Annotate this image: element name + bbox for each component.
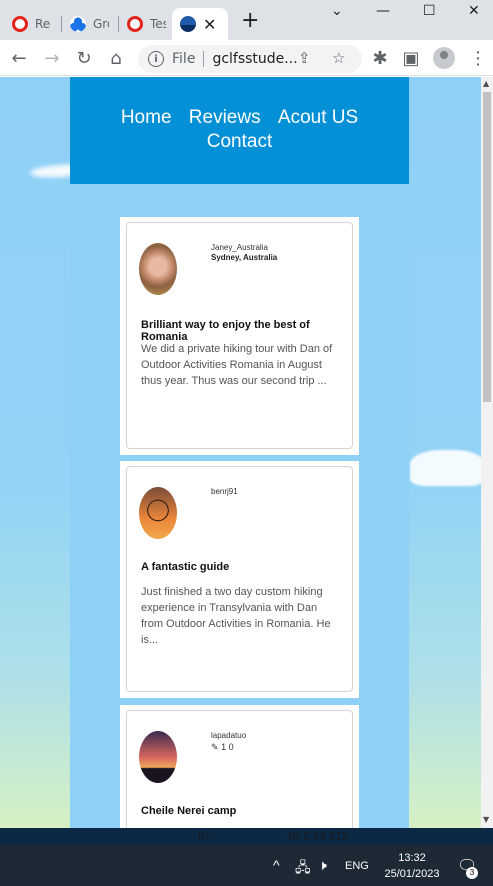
reviewer-name: benrj91 xyxy=(211,487,238,496)
nav-about[interactable]: Acout US xyxy=(278,106,358,130)
scroll-thumb[interactable] xyxy=(483,92,491,402)
red-ring-icon xyxy=(127,16,143,32)
info-icon[interactable]: i xyxy=(148,51,164,67)
reviewer-name: Janey_Australia xyxy=(211,243,268,252)
review-card: benrj91 A fantastic guide Just finished … xyxy=(120,461,359,698)
side-panel-icon[interactable]: ▣ xyxy=(399,46,423,70)
scroll-down-arrow[interactable]: ▼ xyxy=(483,815,489,824)
reviewer-avatar xyxy=(139,731,177,783)
reviewer-avatar xyxy=(139,243,177,295)
home-button[interactable]: ⌂ xyxy=(104,46,128,70)
nav-contact[interactable]: Contact xyxy=(207,130,272,154)
ip-label: IP: xyxy=(198,829,213,843)
reviewer-location: Sydney, Australia xyxy=(211,253,278,262)
address-bar[interactable]: i File gclfsstude... ⇪ ☆ xyxy=(138,45,362,73)
new-tab-button[interactable]: + xyxy=(241,10,259,32)
close-tab-icon[interactable]: ✕ xyxy=(203,15,216,34)
ip-overlay: IP: 10.1.44.112 xyxy=(0,828,493,845)
profile-avatar[interactable] xyxy=(433,47,455,69)
scroll-up-arrow[interactable]: ▲ xyxy=(483,79,489,88)
review-title[interactable]: Brilliant way to enjoy the best of Roman… xyxy=(141,319,352,343)
minimize-button[interactable]: — xyxy=(376,3,390,19)
maximize-button[interactable]: ☐ xyxy=(423,3,436,19)
review-card-border: benrj91 A fantastic guide Just finished … xyxy=(126,466,353,692)
tab-search-icon[interactable]: ⌄ xyxy=(331,3,343,19)
language-indicator[interactable]: ENG xyxy=(345,860,369,872)
tab-title: Gro xyxy=(93,17,109,31)
notification-count: 3 xyxy=(466,867,478,879)
tab-3[interactable]: Tes xyxy=(115,8,166,40)
reviewer-name: lapadatuo xyxy=(211,731,247,740)
bookmark-star-icon[interactable]: ☆ xyxy=(332,49,345,67)
review-card: lapadatuo ✎ 1 0 Cheile Nerei camp xyxy=(120,705,359,828)
edit-icon: ✎ xyxy=(211,742,219,752)
nav-reviews[interactable]: Reviews xyxy=(189,106,261,130)
tab-1[interactable]: Red xyxy=(0,8,51,40)
ip-value: 10.1.44.112 xyxy=(286,829,349,843)
tab-active[interactable]: ✕ xyxy=(172,8,228,40)
chevron-up-icon[interactable]: ^ xyxy=(273,857,280,873)
review-card-border: lapadatuo ✎ 1 0 Cheile Nerei camp xyxy=(126,710,353,828)
review-counts: ✎ 1 0 xyxy=(211,742,234,753)
back-button[interactable]: ← xyxy=(7,46,31,70)
windows-taskbar: ^ 🖧 🕨 ENG 13:32 25/01/2023 🗨 3 xyxy=(0,845,493,886)
landscape-icon xyxy=(180,16,196,32)
helpful-counts: 1 0 xyxy=(221,742,234,752)
tab-title: Tes xyxy=(150,17,166,31)
close-window-button[interactable]: ✕ xyxy=(468,3,480,19)
extensions-icon[interactable]: ✱ xyxy=(368,46,392,70)
review-title[interactable]: Cheile Nerei camp xyxy=(141,805,236,817)
red-ring-icon xyxy=(12,16,28,32)
omnibox-divider xyxy=(203,51,205,67)
clock[interactable]: 13:32 25/01/2023 xyxy=(382,850,442,882)
review-card-border: Janey_Australia Sydney, Australia Brilli… xyxy=(126,222,353,449)
volume-muted-icon[interactable]: 🕨 xyxy=(318,857,327,874)
forward-button[interactable]: → xyxy=(40,46,64,70)
cloud xyxy=(410,450,485,486)
url-text[interactable]: gclfsstude... xyxy=(212,51,300,67)
review-body: We did a private hiking tour with Dan of… xyxy=(141,343,333,387)
tab-2[interactable]: Gro xyxy=(58,8,109,40)
menu-icon[interactable]: ⋮ xyxy=(466,46,490,70)
reviewer-avatar xyxy=(139,487,177,539)
page-viewport: Home Reviews Acout US Contact Janey_Aust… xyxy=(0,77,493,828)
browser-toolbar: ← → ↻ ⌂ i File gclfsstude... ⇪ ☆ ✱ ▣ ⋮ xyxy=(0,40,493,76)
review-body: Just finished a two day custom hiking ex… xyxy=(141,586,331,646)
share-icon[interactable]: ⇪ xyxy=(298,49,311,67)
review-title[interactable]: A fantastic guide xyxy=(141,561,229,573)
network-icon[interactable]: 🖧 xyxy=(295,857,311,881)
group-icon xyxy=(70,16,86,32)
page-scrollbar[interactable]: ▲ ▼ xyxy=(481,77,493,828)
clock-time: 13:32 xyxy=(398,852,426,864)
url-scheme: File xyxy=(172,51,196,67)
tab-strip: Red Gro Tes ✕ + ⌄ — ☐ ✕ xyxy=(0,0,493,40)
tab-title: Red xyxy=(35,17,51,31)
site-nav: Home Reviews Acout US Contact xyxy=(70,77,409,184)
reload-button[interactable]: ↻ xyxy=(72,46,96,70)
review-card: Janey_Australia Sydney, Australia Brilli… xyxy=(120,217,359,455)
nav-home[interactable]: Home xyxy=(121,106,172,130)
clock-date: 25/01/2023 xyxy=(384,868,440,880)
